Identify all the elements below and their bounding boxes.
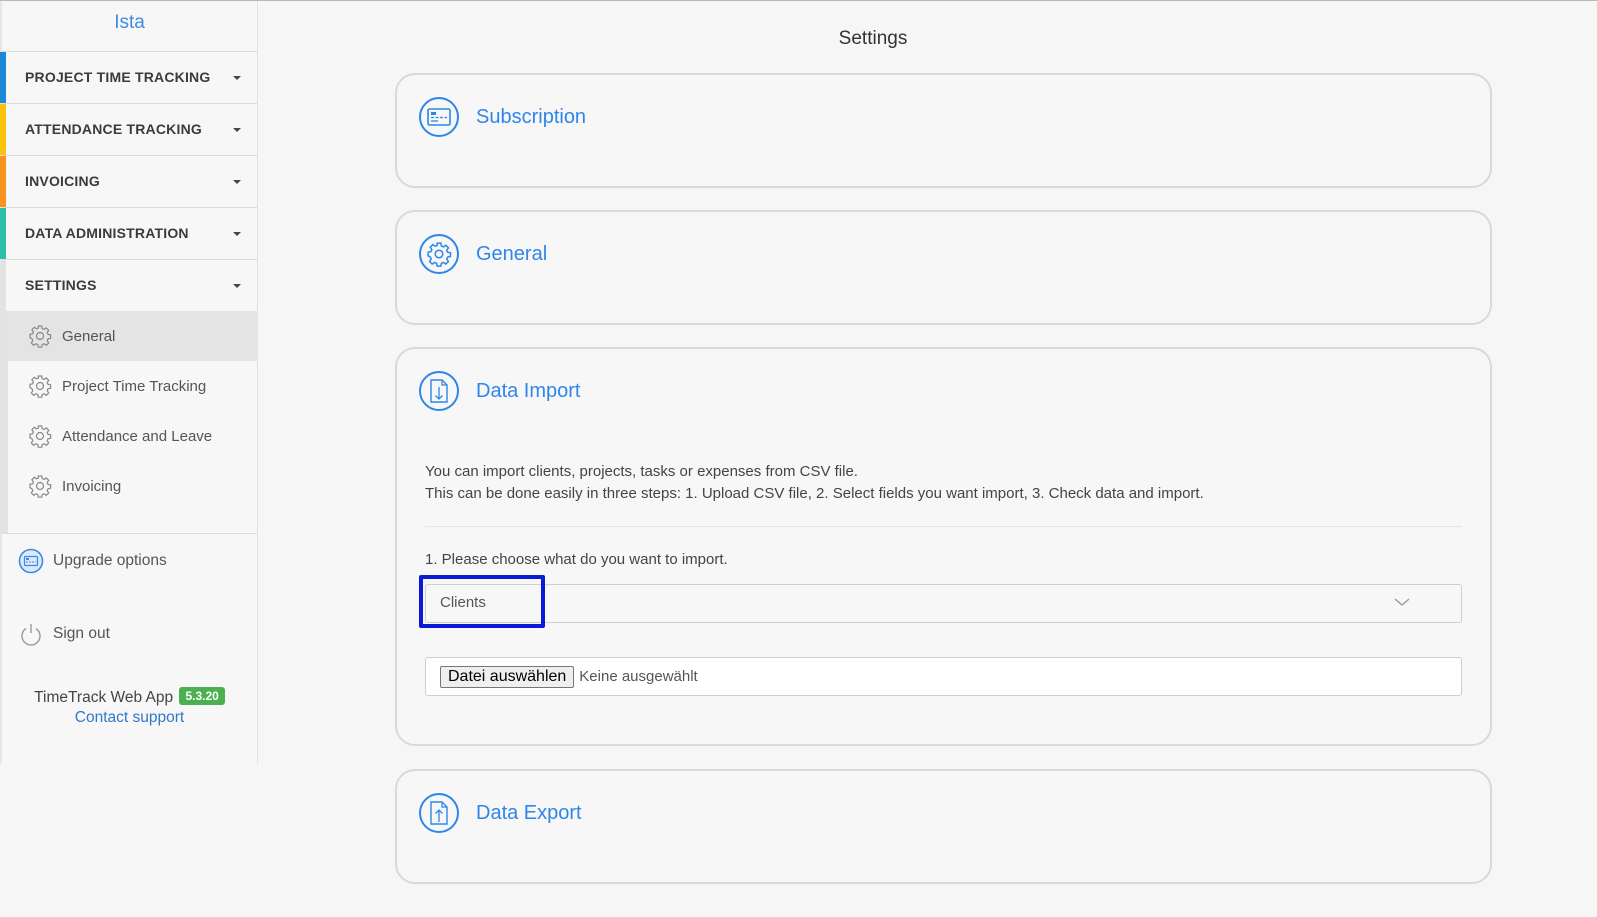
subscription-card: Subscription (395, 73, 1492, 188)
caret-down-icon (233, 284, 241, 288)
upgrade-options-label: Upgrade options (53, 552, 167, 569)
sidebar-item-general[interactable]: General (8, 311, 257, 361)
file-status: Keine ausgewählt (579, 668, 698, 685)
file-download-icon (419, 371, 459, 411)
sidebar: Ista PROJECT TIME TRACKING ATTENDANCE TR… (0, 1, 258, 764)
section-label: DATA ADMINISTRATION (25, 225, 189, 241)
import-step1-label: 1. Please choose what do you want to imp… (425, 551, 728, 568)
sign-out-link[interactable]: Sign out (2, 621, 257, 647)
section-label: ATTENDANCE TRACKING (25, 121, 202, 137)
nav-section-invoicing[interactable]: INVOICING (0, 156, 257, 208)
subscription-card-header[interactable]: Subscription (419, 97, 586, 137)
data-import-title: Data Import (476, 379, 581, 402)
section-color-bar (0, 52, 6, 103)
gear-icon (29, 375, 52, 398)
section-color-bar (0, 208, 6, 259)
submenu-bar (0, 311, 8, 533)
page-title: Settings (838, 28, 908, 49)
upgrade-options-link[interactable]: Upgrade options (2, 548, 257, 574)
sub-item-label: General (62, 327, 116, 345)
general-title: General (476, 242, 548, 265)
version-info: TimeTrack Web App 5.3.20 Contact support (2, 687, 257, 727)
import-description-line2: This can be done easily in three steps: … (425, 485, 1204, 502)
data-export-title: Data Export (476, 801, 582, 824)
general-card: General (395, 210, 1492, 325)
sidebar-item-invoicing[interactable]: Invoicing (8, 461, 257, 511)
sidebar-item-project-time-tracking[interactable]: Project Time Tracking (8, 361, 257, 411)
data-import-card-header[interactable]: Data Import (419, 371, 580, 411)
section-label: PROJECT TIME TRACKING (25, 69, 211, 85)
nav-section-project-time-tracking[interactable]: PROJECT TIME TRACKING (0, 52, 257, 104)
caret-down-icon (233, 180, 241, 184)
divider (425, 526, 1462, 527)
caret-down-icon (233, 128, 241, 132)
caret-down-icon (233, 232, 241, 236)
contact-support-link[interactable]: Contact support (2, 709, 257, 727)
gear-icon (29, 475, 52, 498)
credit-card-icon (18, 548, 44, 574)
data-import-card: Data Import You can import clients, proj… (395, 347, 1492, 746)
power-icon (21, 624, 41, 646)
nav-section-attendance-tracking[interactable]: ATTENDANCE TRACKING (0, 104, 257, 156)
section-label: SETTINGS (25, 277, 97, 293)
gear-icon (419, 234, 459, 274)
sign-out-label: Sign out (53, 625, 110, 642)
version-badge: 5.3.20 (179, 687, 225, 705)
chevron-down-icon (1394, 598, 1410, 606)
caret-down-icon (233, 76, 241, 80)
sub-item-label: Invoicing (62, 477, 122, 495)
subscription-title: Subscription (476, 105, 587, 128)
file-upload-icon (419, 793, 459, 833)
nav-section-data-administration[interactable]: DATA ADMINISTRATION (0, 208, 257, 260)
data-import-body: You can import clients, projects, tasks … (419, 461, 1462, 696)
sub-item-label: Project Time Tracking (62, 377, 207, 395)
import-type-select[interactable]: Clients (419, 575, 1462, 628)
section-color-bar (0, 104, 6, 155)
general-card-header[interactable]: General (419, 234, 547, 274)
nav-section-settings[interactable]: SETTINGS (0, 260, 257, 311)
sidebar-item-attendance-and-leave[interactable]: Attendance and Leave (8, 411, 257, 461)
file-input[interactable]: Datei auswählen Keine ausgewählt (425, 657, 1462, 696)
brand-title[interactable]: Ista (2, 1, 257, 52)
import-description-line1: You can import clients, projects, tasks … (425, 463, 858, 480)
data-export-card-header[interactable]: Data Export (419, 793, 582, 833)
import-type-value: Clients (440, 594, 486, 611)
sub-item-label: Attendance and Leave (62, 427, 213, 445)
choose-file-button[interactable]: Datei auswählen (440, 665, 575, 688)
credit-card-icon (419, 97, 459, 137)
section-label: INVOICING (25, 173, 100, 189)
gear-icon (29, 325, 52, 348)
section-color-bar (0, 156, 6, 207)
gear-icon (29, 425, 52, 448)
settings-submenu: General Project Time Tracking Attendance… (0, 311, 257, 534)
data-export-card: Data Export (395, 769, 1492, 884)
app-name: TimeTrack Web App (34, 689, 174, 706)
section-color-bar (0, 260, 6, 311)
